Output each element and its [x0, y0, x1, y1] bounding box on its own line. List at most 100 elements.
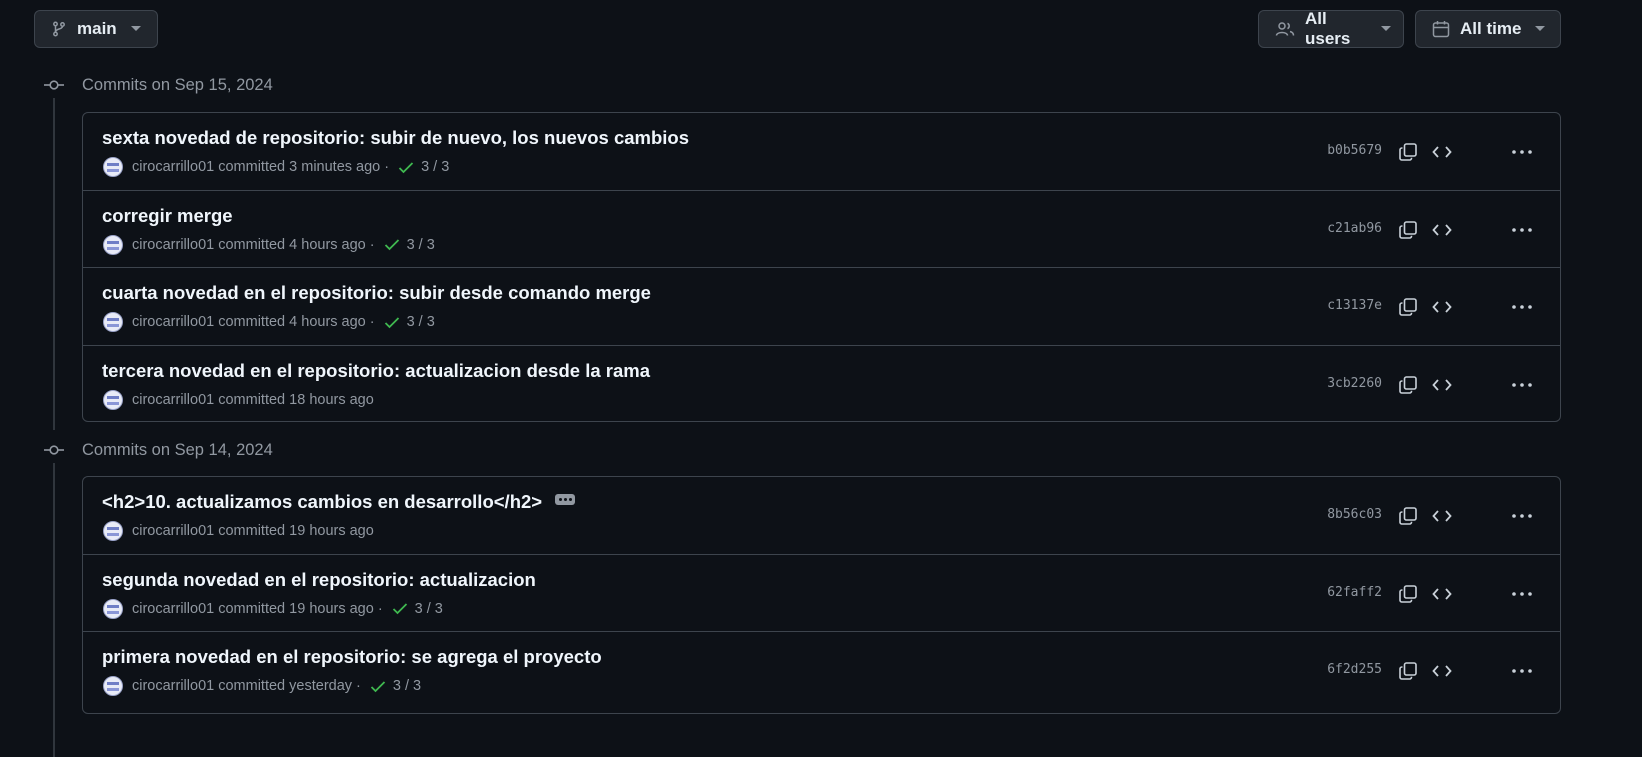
code-icon[interactable] [1430, 218, 1454, 242]
copy-icon[interactable] [1396, 295, 1420, 319]
timeline-line [53, 98, 55, 430]
triangle-down-icon [1381, 26, 1391, 32]
commit-action: committed [218, 391, 286, 408]
commit-action: committed [218, 159, 286, 175]
commit-group-header: Commits on Sep 15, 2024 [42, 73, 273, 97]
checks-status[interactable]: 3 / 3 [407, 314, 435, 330]
branch-selector-button[interactable]: main [34, 10, 158, 48]
commit-row: sexta novedad de repositorio: subir de n… [83, 113, 1560, 191]
commit-time: 19 hours ago [289, 600, 374, 617]
commit-title-link[interactable]: <h2>10. actualizamos cambios en desarrol… [102, 491, 542, 513]
copy-icon[interactable] [1396, 582, 1420, 606]
commit-row: tercera novedad en el repositorio: actua… [83, 346, 1560, 422]
copy-icon[interactable] [1396, 504, 1420, 528]
commit-action: committed [218, 523, 286, 539]
kebab-horizontal-icon[interactable] [1510, 218, 1534, 242]
time-filter-label: All time [1460, 19, 1522, 38]
avatar[interactable] [103, 676, 123, 696]
checks-status[interactable]: 3 / 3 [407, 237, 435, 253]
code-icon[interactable] [1430, 140, 1454, 164]
copy-icon[interactable] [1396, 140, 1420, 164]
commit-author[interactable]: cirocarrillo01 [132, 392, 214, 408]
avatar[interactable] [103, 157, 123, 177]
copy-icon[interactable] [1396, 218, 1420, 242]
commit-row: segunda novedad en el repositorio: actua… [83, 555, 1560, 632]
expand-message-button[interactable] [555, 493, 576, 505]
time-filter-button[interactable]: All time [1415, 10, 1561, 48]
commit-row: <h2>10. actualizamos cambios en desarrol… [83, 477, 1560, 555]
check-icon[interactable] [384, 238, 400, 251]
commit-sha-link[interactable]: 62faff2 [1327, 585, 1382, 600]
code-icon[interactable] [1430, 582, 1454, 606]
check-icon[interactable] [384, 316, 400, 329]
code-icon[interactable] [1430, 659, 1454, 683]
code-icon[interactable] [1430, 295, 1454, 319]
copy-icon[interactable] [1396, 659, 1420, 683]
branch-name: main [77, 19, 117, 38]
meta-separator: · [377, 600, 383, 617]
commit-row: cuarta novedad en el repositorio: subir … [83, 268, 1560, 346]
git-commit-icon [42, 79, 66, 91]
checks-status[interactable]: 3 / 3 [415, 601, 443, 617]
commit-time: 18 hours ago [289, 391, 374, 408]
meta-separator: · [356, 678, 361, 694]
commit-row: primera novedad en el repositorio: se ag… [83, 632, 1560, 710]
code-icon[interactable] [1430, 504, 1454, 528]
avatar[interactable] [103, 234, 123, 255]
commit-author[interactable]: cirocarrillo01 [132, 314, 214, 330]
calendar-icon [1432, 20, 1450, 38]
avatar[interactable] [103, 312, 123, 332]
commit-title-link[interactable]: sexta novedad de repositorio: subir de n… [102, 127, 689, 149]
avatar[interactable] [103, 389, 123, 410]
meta-separator: · [369, 314, 375, 330]
commit-sha-link[interactable]: 3cb2260 [1327, 376, 1382, 391]
commit-author[interactable]: cirocarrillo01 [132, 159, 214, 175]
commit-list: <h2>10. actualizamos cambios en desarrol… [82, 476, 1561, 714]
commit-action: committed [218, 236, 286, 253]
commit-title-link[interactable]: corregir merge [102, 205, 233, 227]
commit-time: 4 hours ago [289, 314, 366, 330]
checks-status[interactable]: 3 / 3 [393, 678, 421, 694]
avatar[interactable] [103, 521, 123, 541]
meta-separator: · [369, 236, 375, 253]
commit-group-header: Commits on Sep 14, 2024 [42, 438, 273, 462]
copy-icon[interactable] [1396, 373, 1420, 397]
commit-sha-link[interactable]: c13137e [1327, 298, 1382, 313]
commit-sha-link[interactable]: b0b5679 [1327, 143, 1382, 158]
kebab-horizontal-icon[interactable] [1510, 295, 1534, 319]
commit-title-link[interactable]: cuarta novedad en el repositorio: subir … [102, 282, 651, 304]
meta-separator: · [384, 159, 390, 175]
commit-author[interactable]: cirocarrillo01 [132, 678, 214, 694]
commit-time: 19 hours ago [289, 523, 374, 539]
commit-sha-link[interactable]: 6f2d255 [1327, 662, 1382, 677]
commit-title-link[interactable]: primera novedad en el repositorio: se ag… [102, 646, 602, 668]
kebab-horizontal-icon[interactable] [1510, 373, 1534, 397]
commit-author[interactable]: cirocarrillo01 [132, 523, 214, 539]
check-icon[interactable] [392, 602, 408, 615]
commit-action: committed [218, 678, 286, 694]
git-branch-icon [51, 21, 67, 37]
commit-time: yesterday [289, 678, 353, 694]
users-filter-button[interactable]: All users [1258, 9, 1404, 48]
check-icon[interactable] [370, 680, 386, 693]
kebab-horizontal-icon[interactable] [1510, 582, 1534, 606]
checks-status[interactable]: 3 / 3 [421, 159, 449, 175]
kebab-horizontal-icon[interactable] [1510, 504, 1534, 528]
people-icon [1275, 21, 1295, 37]
kebab-horizontal-icon[interactable] [1510, 140, 1534, 164]
commit-sha-link[interactable]: 8b56c03 [1327, 507, 1382, 522]
kebab-horizontal-icon[interactable] [1510, 659, 1534, 683]
commit-sha-link[interactable]: c21ab96 [1327, 221, 1382, 236]
commit-group-date: Commits on Sep 15, 2024 [82, 75, 273, 94]
code-icon[interactable] [1430, 373, 1454, 397]
commit-author[interactable]: cirocarrillo01 [132, 601, 214, 617]
commit-row: corregir merge cirocarrillo01 committed … [83, 191, 1560, 268]
check-icon[interactable] [398, 161, 414, 174]
timeline-line [53, 463, 55, 757]
commit-title-link[interactable]: segunda novedad en el repositorio: actua… [102, 569, 536, 591]
commit-title-link[interactable]: tercera novedad en el repositorio: actua… [102, 360, 650, 382]
commit-list: sexta novedad de repositorio: subir de n… [82, 112, 1561, 422]
git-commit-icon [42, 444, 66, 456]
commit-author[interactable]: cirocarrillo01 [132, 237, 214, 253]
avatar[interactable] [103, 598, 123, 619]
